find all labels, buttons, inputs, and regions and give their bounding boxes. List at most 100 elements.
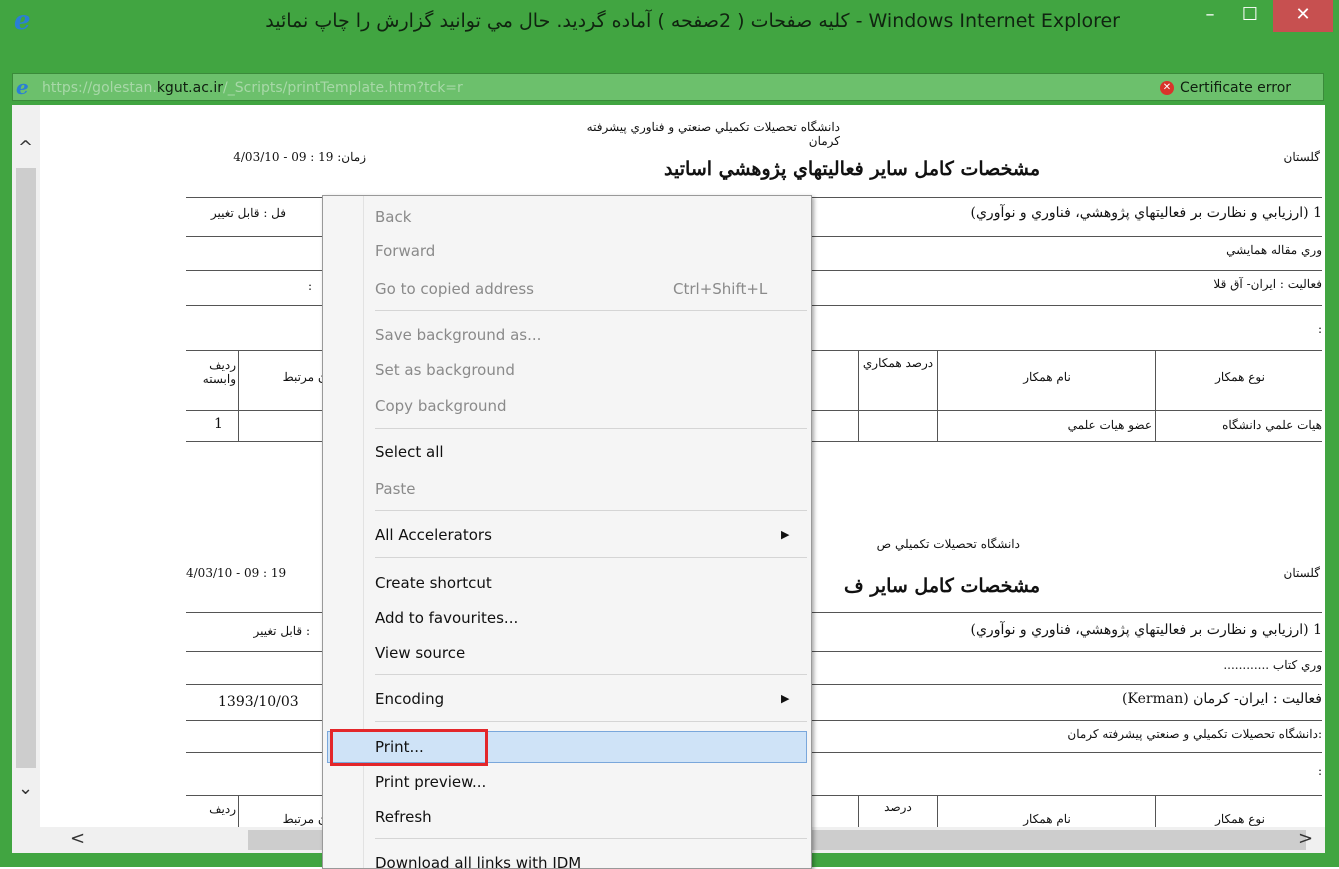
menu-item-forward[interactable]: Forward (323, 236, 811, 266)
table-col-rule (937, 795, 938, 827)
menu-separator (375, 557, 807, 558)
col-coop-percent: درصد همكاري (862, 356, 934, 370)
menu-separator (375, 721, 807, 722)
report-title: مشخصات كامل ساير ف (844, 575, 1040, 597)
menu-item-select-all[interactable]: Select all (323, 437, 811, 467)
menu-item-label: Paste (375, 480, 416, 498)
menu-item-label: Select all (375, 443, 444, 461)
report-title: مشخصات كامل ساير فعاليتهاي پژوهشي اساتيد (664, 158, 1040, 180)
activity-type: وري مقاله همايشي (1226, 243, 1322, 257)
scroll-right-icon[interactable]: > (1298, 828, 1313, 849)
menu-item-download-all-links-idm[interactable]: Download all links with IDM (323, 848, 811, 869)
colon-line: : (1317, 764, 1322, 778)
col-coop-type: نوع همكار (1215, 370, 1265, 384)
activity-place: فعاليت : ايران- آق قلا (1213, 277, 1322, 291)
menu-item-label: Back (375, 208, 412, 226)
menu-item-add-to-favourites[interactable]: Add to favourites... (323, 603, 811, 633)
col-coop-name: نام همكار (1023, 370, 1071, 384)
cell-row: 1 (214, 416, 223, 432)
url-path: /_Scripts/printTemplate.htm?tck=r (223, 80, 463, 96)
url-prefix: https://golestan. (42, 80, 157, 96)
menu-separator (375, 510, 807, 511)
menu-item-label: Encoding (375, 690, 445, 708)
scroll-left-icon[interactable]: < (70, 828, 85, 849)
window-title: کليه صفحات ( 2صفحه ) آماده گرديد. حال مي… (265, 10, 1120, 32)
cell-coop-type: هيات علمي دانشگاه (1222, 418, 1322, 432)
menu-item-print-preview[interactable]: Print preview... (323, 767, 811, 797)
menu-item-go-to-copied-address[interactable]: Go to copied address Ctrl+Shift+L (323, 274, 811, 304)
col-coop-percent: درصد (884, 800, 912, 814)
editable-flag: فل : قابل تغيير (210, 206, 286, 220)
menu-separator (375, 310, 807, 311)
menu-item-label: Refresh (375, 808, 432, 826)
menu-item-label: Download all links with IDM (375, 854, 582, 869)
menu-separator (375, 838, 807, 839)
menu-item-refresh[interactable]: Refresh (323, 802, 811, 832)
col-related: ان مرتبط (282, 370, 330, 384)
menu-item-encoding[interactable]: Encoding ▶ (323, 684, 811, 714)
menu-item-label: Forward (375, 242, 436, 260)
colon-line: : (1317, 322, 1322, 336)
minimize-button[interactable]: – (1190, 0, 1230, 32)
menu-item-label: Create shortcut (375, 574, 492, 592)
menu-item-label: Set as background (375, 361, 515, 379)
table-col-rule (238, 350, 239, 441)
col-coop-name: نام همكار (1023, 812, 1071, 826)
table-col-rule (858, 350, 859, 441)
activity-type: وري كتاب ............ (1223, 658, 1322, 672)
col-row: رديف وابسته (202, 358, 236, 386)
menu-item-label: View source (375, 644, 466, 662)
activity-place: فعاليت : ايران- كرمان (Kerman) (1122, 691, 1322, 707)
title-bar[interactable]: e کليه صفحات ( 2صفحه ) آماده گرديد. حال … (0, 0, 1339, 40)
col-related: ان مرتبط (282, 812, 330, 826)
report-time: زمان: 19 : 09 - 4/03/10 (233, 150, 366, 164)
submenu-arrow-icon: ▶ (781, 528, 790, 541)
menu-item-shortcut: Ctrl+Shift+L (673, 280, 768, 298)
menu-item-back[interactable]: Back (323, 202, 811, 232)
scroll-up-icon[interactable]: ^ (18, 137, 33, 158)
vertical-scroll-thumb[interactable] (16, 168, 36, 768)
cell-coop-name: عضو هيات علمي (1067, 418, 1152, 432)
table-col-rule (858, 795, 859, 827)
submenu-arrow-icon: ▶ (781, 692, 790, 705)
table-col-rule (937, 350, 938, 441)
col-row: رديف (209, 802, 236, 816)
menu-item-label: Save background as... (375, 326, 542, 344)
maximize-button[interactable]: ☐ (1230, 0, 1270, 32)
table-col-rule (1155, 350, 1156, 441)
report-time: 4/03/10 - 09 : 19 (186, 566, 287, 580)
menu-item-copy-background[interactable]: Copy background (323, 391, 811, 421)
menu-item-paste[interactable]: Paste (323, 474, 811, 504)
print-annotation-box (330, 729, 488, 766)
menu-item-save-background-as[interactable]: Save background as... (323, 320, 811, 350)
university-name: دانشگاه تحصيلات تكميلي صنعتي و فناوري پي… (586, 120, 840, 148)
menu-item-view-source[interactable]: View source (323, 638, 811, 668)
internet-explorer-icon: e (14, 6, 31, 36)
activity-date: 1393/10/03 (218, 694, 299, 710)
col-coop-type: نوع همكار (1215, 812, 1265, 826)
menu-item-all-accelerators[interactable]: All Accelerators ▶ (323, 520, 811, 550)
menu-separator (375, 674, 807, 675)
page-favicon-icon: e (16, 75, 29, 99)
certificate-error-button[interactable]: ✕ Certificate error (1160, 78, 1320, 98)
editable-flag: : قابل تغيير (253, 624, 310, 638)
menu-item-label: Print preview... (375, 773, 487, 791)
menu-item-label: Go to copied address (375, 280, 534, 298)
institution: :دانشگاه تحصيلات تكميلي و صنعتي پيشرفته … (1067, 727, 1322, 741)
golestan-label: گلستان (1283, 150, 1320, 164)
activity-category: 1 (ارزيابي و نظارت بر فعاليتهاي پژوهشي، … (970, 622, 1322, 638)
university-name: دانشگاه تحصيلات تكميلي ص (876, 537, 1020, 551)
certificate-error-icon: ✕ (1160, 81, 1174, 95)
menu-item-label: All Accelerators (375, 526, 492, 544)
certificate-error-label: Certificate error (1180, 80, 1292, 96)
activity-category: 1 (ارزيابي و نظارت بر فعاليتهاي پژوهشي، … (970, 205, 1322, 221)
menu-item-set-as-background[interactable]: Set as background (323, 355, 811, 385)
menu-item-create-shortcut[interactable]: Create shortcut (323, 568, 811, 598)
table-col-rule (238, 795, 239, 827)
table-col-rule (1155, 795, 1156, 827)
menu-item-label: Add to favourites... (375, 609, 519, 627)
menu-item-label: Copy background (375, 397, 507, 415)
scroll-down-icon[interactable]: ⌄ (18, 778, 33, 799)
close-button[interactable]: ✕ (1273, 0, 1333, 32)
address-url[interactable]: https://golestan.kgut.ac.ir/_Scripts/pri… (42, 78, 463, 98)
